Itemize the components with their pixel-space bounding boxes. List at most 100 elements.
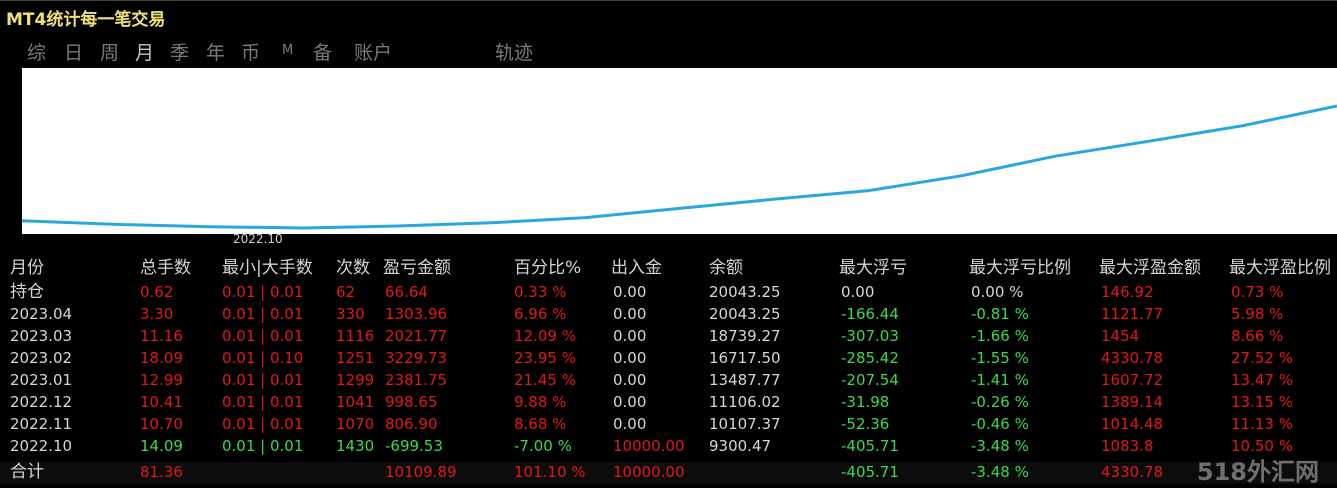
cell-pnl: -699.53	[385, 437, 443, 455]
cell-max-float-profit: 1607.72	[1101, 371, 1164, 389]
cell-max-float-profit: 1083.8	[1101, 437, 1154, 455]
cell-max-float-profit: 1454	[1101, 327, 1140, 345]
cell-balance: 11106.02	[709, 393, 781, 411]
col-balance: 余额	[709, 258, 743, 278]
title-bar: MT4统计每一笔交易	[0, 0, 1337, 30]
col-max-drawdown-pct: 最大浮亏比例	[969, 258, 1071, 278]
cell-max-drawdown-pct: -0.81 %	[971, 305, 1029, 323]
tab-month[interactable]: 月	[135, 38, 154, 65]
cell-max-float-profit: 1014.48	[1101, 415, 1164, 433]
total-max-drawdown-pct: -3.48 %	[971, 463, 1029, 481]
cell-count: 1116	[336, 327, 375, 345]
tab-quarter[interactable]: 季	[170, 38, 189, 65]
total-max-drawdown: -405.71	[841, 463, 899, 481]
col-pnl: 盈亏金额	[383, 258, 451, 278]
cell-max-float-profit: 4330.78	[1101, 349, 1164, 367]
table-row: 持仓 0.62 0.01 | 0.01 62 66.64 0.33 % 0.00 20043.…	[0, 282, 1337, 304]
total-max-float-profit: 4330.78	[1101, 463, 1164, 481]
cell-deposit: 0.00	[613, 393, 647, 411]
tab-year[interactable]: 年	[206, 38, 225, 65]
table-row: 2023.03 11.16 0.01 | 0.01 1116 2021.77 12.09 …	[0, 326, 1337, 348]
tab-overview[interactable]: 综	[27, 38, 46, 65]
cell-month: 2023.02	[10, 349, 73, 367]
cell-max-drawdown: -207.54	[841, 371, 899, 389]
cell-count: 1299	[336, 371, 375, 389]
tab-notes[interactable]: 备	[313, 38, 332, 65]
cell-max-float-profit: 1121.77	[1101, 305, 1164, 323]
cell-max-drawdown-pct: 0.00 %	[971, 283, 1024, 301]
cell-deposit: 0.00	[613, 327, 647, 345]
cell-month: 2022.12	[10, 393, 73, 411]
table-row: 2022.11 10.70 0.01 | 0.01 1070 806.90 8.68 % 0…	[0, 414, 1337, 436]
cell-pnl: 66.64	[385, 283, 428, 301]
cell-count: 1251	[336, 349, 375, 367]
col-max-drawdown: 最大浮亏	[839, 258, 907, 278]
cell-max-drawdown: -307.03	[841, 327, 899, 345]
cell-max-drawdown-pct: -0.26 %	[971, 393, 1029, 411]
cell-balance: 10107.37	[709, 415, 781, 433]
cell-balance: 18739.27	[709, 327, 781, 345]
cell-pnl: 1303.96	[385, 305, 448, 323]
total-row: 合计 81.36 10109.89 101.10 % 10000.00 -405…	[0, 462, 1337, 484]
equity-curve-svg	[21, 104, 1337, 230]
cell-max-float-profit-pct: 0.73 %	[1231, 283, 1284, 301]
cell-count: 62	[336, 283, 356, 301]
cell-pnl: 806.90	[385, 415, 438, 433]
cell-balance: 13487.77	[709, 371, 781, 389]
cell-min-max-lots: 0.01 | 0.01	[222, 393, 304, 411]
tab-week[interactable]: 周	[100, 38, 119, 65]
cell-min-max-lots: 0.01 | 0.01	[222, 371, 304, 389]
cell-max-drawdown: -166.44	[841, 305, 899, 323]
cell-deposit: 0.00	[613, 283, 647, 301]
cell-percent: 12.09 %	[514, 327, 576, 345]
col-total-lots: 总手数	[140, 258, 191, 278]
cell-max-float-profit-pct: 11.13 %	[1231, 415, 1293, 433]
col-max-float-profit: 最大浮盈金额	[1099, 258, 1201, 278]
cell-deposit: 10000.00	[613, 437, 685, 455]
cell-total-lots: 10.41	[140, 393, 183, 411]
cell-total-lots: 18.09	[140, 349, 183, 367]
cell-count: 1070	[336, 415, 375, 433]
cell-total-lots: 14.09	[140, 437, 183, 455]
cell-pnl: 2021.77	[385, 327, 448, 345]
cell-month: 2023.04	[10, 305, 73, 323]
cell-max-drawdown: -285.42	[841, 349, 899, 367]
app-title: MT4统计每一笔交易	[6, 10, 166, 30]
period-tabs: 综 日 周 月 季 年 币 M 备 账户 轨迹	[0, 30, 1337, 68]
cell-percent: 8.68 %	[514, 415, 567, 433]
table-row: 2023.01 12.99 0.01 | 0.01 1299 2381.75 21.45 …	[0, 370, 1337, 392]
col-count: 次数	[336, 258, 370, 278]
cell-deposit: 0.00	[613, 305, 647, 323]
tab-day[interactable]: 日	[64, 38, 83, 65]
cell-total-lots: 0.62	[140, 283, 174, 301]
cell-max-drawdown: -52.36	[841, 415, 890, 433]
cell-percent: 0.33 %	[514, 283, 567, 301]
tab-m[interactable]: M	[282, 43, 293, 58]
cell-min-max-lots: 0.01 | 0.01	[222, 415, 304, 433]
cell-month: 2022.11	[10, 415, 73, 433]
cell-pnl: 2381.75	[385, 371, 448, 389]
cell-balance: 20043.25	[709, 283, 781, 301]
cell-count: 330	[336, 305, 365, 323]
table-row: 2023.04 3.30 0.01 | 0.01 330 1303.96 6.96 % 0.…	[0, 304, 1337, 326]
tab-trajectory[interactable]: 轨迹	[495, 38, 533, 65]
total-lots: 81.36	[140, 463, 183, 481]
cell-min-max-lots: 0.01 | 0.01	[222, 305, 304, 323]
cell-month: 2023.01	[10, 371, 73, 389]
cell-max-drawdown: 0.00	[841, 283, 875, 301]
cell-total-lots: 11.16	[140, 327, 183, 345]
col-min-max-lots: 最小|大手数	[222, 258, 313, 278]
col-max-float-profit-pct: 最大浮盈比例	[1229, 258, 1331, 278]
cell-max-float-profit: 146.92	[1101, 283, 1154, 301]
tab-currency[interactable]: 币	[241, 38, 260, 65]
watermark-logo: 518外汇网	[1196, 458, 1319, 486]
cell-pnl: 3229.73	[385, 349, 448, 367]
cell-deposit: 0.00	[613, 371, 647, 389]
col-month: 月份	[10, 258, 44, 278]
cell-min-max-lots: 0.01 | 0.01	[222, 437, 304, 455]
cell-balance: 16717.50	[709, 349, 781, 367]
cell-min-max-lots: 0.01 | 0.01	[222, 283, 304, 301]
tab-account[interactable]: 账户	[354, 38, 392, 65]
cell-max-drawdown: -31.98	[841, 393, 890, 411]
cell-percent: -7.00 %	[514, 437, 572, 455]
